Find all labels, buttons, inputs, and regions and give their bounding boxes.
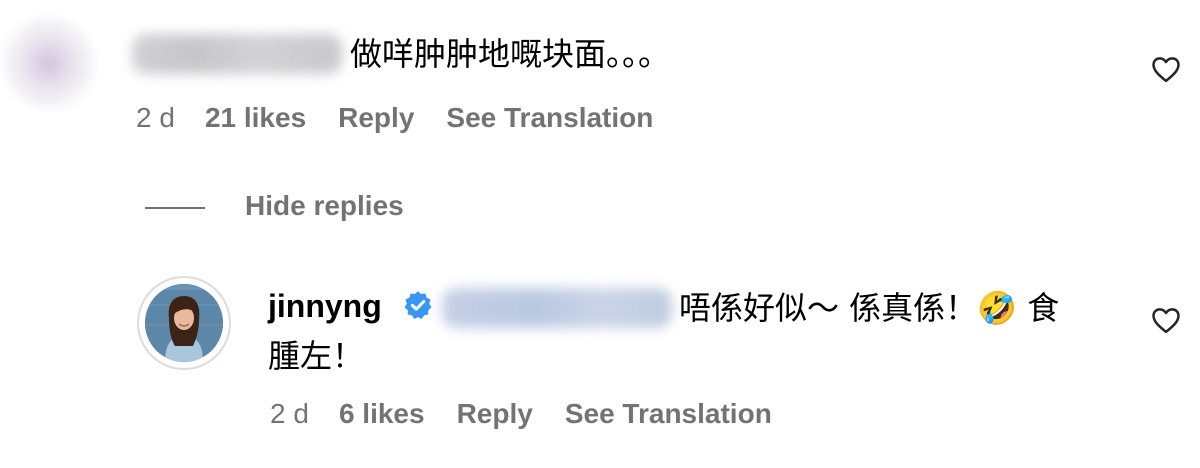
commenter-username-redacted[interactable] xyxy=(132,34,342,74)
reply-username[interactable]: jinnyng xyxy=(268,288,382,325)
avatar-photo-image xyxy=(145,284,223,362)
reply-avatar[interactable] xyxy=(145,284,223,362)
reply-text-main: 唔係好似～ 係真係！ xyxy=(679,289,978,327)
comment-meta: 2 d 21 likes Reply See Translation xyxy=(136,102,653,134)
comment-likes[interactable]: 21 likes xyxy=(205,102,306,134)
reply-button[interactable]: Reply xyxy=(338,102,414,134)
reply-see-translation-button[interactable]: See Translation xyxy=(565,398,772,430)
comment-time[interactable]: 2 d xyxy=(136,102,175,134)
mentioned-username-redacted[interactable] xyxy=(442,288,672,328)
rofl-emoji: 🤣 xyxy=(977,289,1018,327)
hide-replies-button[interactable]: Hide replies xyxy=(245,190,404,222)
commenter-avatar[interactable] xyxy=(4,18,94,108)
comment-text: 做咩肿肿地嘅块面。。。 xyxy=(350,35,671,73)
reply-likes[interactable]: 6 likes xyxy=(339,398,425,430)
reply-time[interactable]: 2 d xyxy=(270,398,309,430)
verified-badge-icon xyxy=(404,291,432,319)
see-translation-button[interactable]: See Translation xyxy=(446,102,653,134)
reply-text-line2: 腫左！ xyxy=(268,337,365,375)
heart-outline-icon[interactable] xyxy=(1151,306,1181,334)
reply-text-tail: 食 xyxy=(1017,289,1060,327)
heart-outline-icon[interactable] xyxy=(1151,55,1181,83)
replies-divider xyxy=(145,207,205,209)
reply-meta: 2 d 6 likes Reply See Translation xyxy=(270,398,772,430)
reply-text-line1: 唔係好似～ 係真係！🤣 食 xyxy=(679,288,1059,328)
reply-reply-button[interactable]: Reply xyxy=(457,398,533,430)
